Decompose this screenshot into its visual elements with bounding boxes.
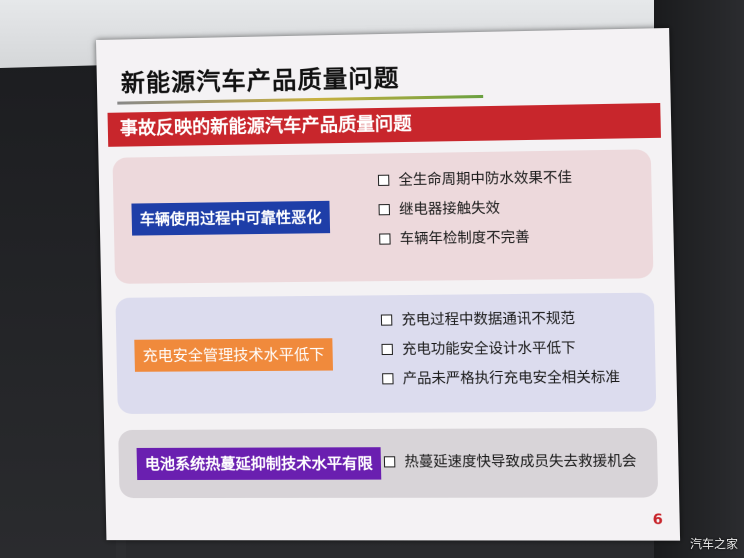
issue-tag: 电池系统热蔓延抑制技术水平有限 [137, 447, 382, 480]
list-item: 产品未严格执行充电安全相关标准 [382, 367, 620, 398]
list-item: 车辆年检制度不完善 [379, 226, 574, 258]
list-item: 充电功能安全设计水平低下 [381, 337, 619, 368]
section-banner: 事故反映的新能源汽车产品质量问题 [108, 103, 661, 147]
issue-tag: 车辆使用过程中可靠性恶化 [131, 201, 330, 236]
list-item: 充电过程中数据通讯不规范 [381, 307, 619, 339]
issue-panel-battery: 电池系统热蔓延抑制技术水平有限 热蔓延速度快导致成员失去救援机会 [118, 428, 658, 498]
checkbox-bullet-icon [379, 233, 390, 244]
checkbox-bullet-icon [381, 344, 392, 355]
checkbox-bullet-icon [381, 314, 392, 325]
checkbox-bullet-icon [384, 456, 396, 467]
checkbox-bullet-icon [382, 373, 394, 384]
checkbox-bullet-icon [379, 204, 390, 215]
list-item: 全生命周期中防水效果不佳 [378, 167, 573, 199]
slide-title: 新能源汽车产品质量问题 [120, 58, 399, 99]
issue-tag: 充电安全管理技术水平低下 [134, 338, 333, 372]
list-item: 继电器接触失效 [378, 196, 573, 228]
issue-panel-charging: 充电安全管理技术水平低下 充电过程中数据通讯不规范 充电功能安全设计水平低下 产… [115, 293, 656, 414]
issue-list: 全生命周期中防水效果不佳 继电器接触失效 车辆年检制度不完善 [378, 167, 574, 258]
issue-panel-reliability: 车辆使用过程中可靠性恶化 全生命周期中防水效果不佳 继电器接触失效 车辆年检制度… [112, 149, 653, 284]
watermark: 汽车之家 [690, 535, 738, 552]
presentation-slide: 新能源汽车产品质量问题 事故反映的新能源汽车产品质量问题 车辆使用过程中可靠性恶… [96, 28, 680, 541]
list-item: 热蔓延速度快导致成员失去救援机会 [384, 450, 637, 480]
page-number: 6 [652, 512, 663, 528]
issue-list: 热蔓延速度快导致成员失去救援机会 [384, 450, 637, 480]
checkbox-bullet-icon [378, 175, 389, 186]
issue-list: 充电过程中数据通讯不规范 充电功能安全设计水平低下 产品未严格执行充电安全相关标… [381, 307, 621, 397]
